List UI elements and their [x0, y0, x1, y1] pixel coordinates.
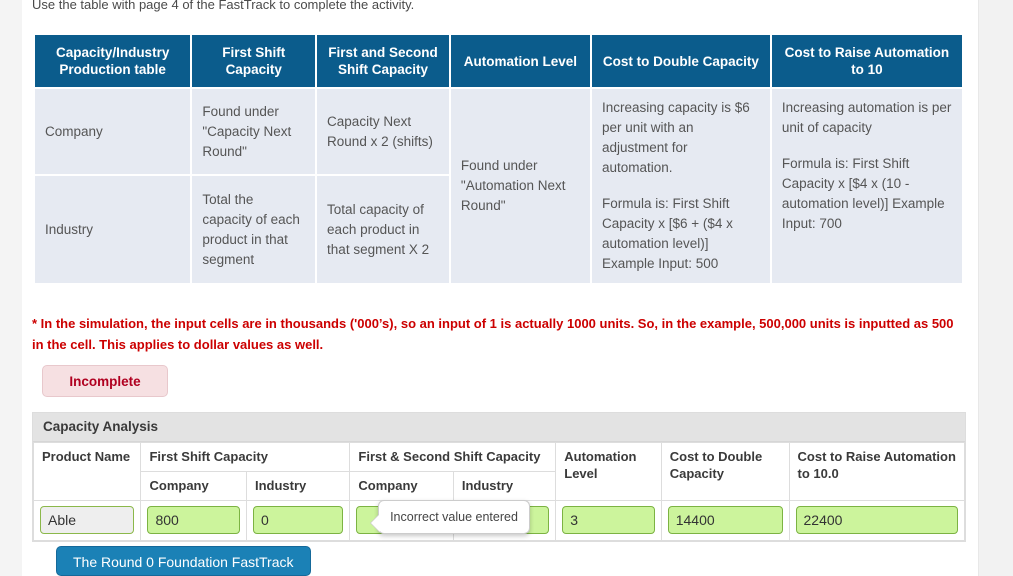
ref-automation-level-cell: Found under "Automation Next Round" [450, 89, 590, 283]
ca-header-cost-to-double-capacity: Cost to Double Capacity [660, 442, 790, 501]
ca-header-product-name: Product Name [32, 442, 142, 501]
fasttrack-button[interactable]: The Round 0 Foundation FastTrack [56, 546, 311, 576]
ca-subheader-ss-company: Company [349, 471, 454, 501]
page-right-gutter [979, 0, 1013, 576]
ref-industry-first-shift: Total the capacity of each product in th… [192, 176, 316, 283]
ca-header-first-shift-capacity: First Shift Capacity [140, 442, 351, 472]
cell-cost-to-double [660, 500, 790, 541]
ref-header-first-shift: First Shift Capacity [192, 35, 316, 87]
ref-header-capacity-industry: Capacity/Industry Production table [35, 35, 191, 87]
ca-header-first-second-shift-capacity: First & Second Shift Capacity [349, 442, 557, 472]
cell-automation-level [555, 500, 662, 541]
ref-industry-both-shifts: Total capacity of each product in that s… [317, 176, 449, 283]
table-row: Company Found under "Capacity Next Round… [35, 89, 962, 283]
cost-to-raise-automation-input[interactable] [795, 506, 958, 534]
ref-cost-double-paragraph-1: Increasing capacity is $6 per unit with … [601, 100, 750, 175]
reference-table-body: Company Found under "Capacity Next Round… [35, 89, 962, 283]
ref-cost-raise-paragraph-1: Increasing automation is per unit of cap… [781, 100, 952, 135]
ref-header-cost-raise: Cost to Raise Automation to 10 [771, 35, 962, 87]
page-root: Use the table with page 4 of the FastTra… [0, 0, 1013, 576]
intro-text: Use the table with page 4 of the FastTra… [32, 0, 415, 12]
ref-header-cost-double: Cost to Double Capacity [591, 35, 770, 87]
page-left-gutter [0, 0, 23, 576]
reference-production-table: Capacity/Industry Production table First… [33, 33, 964, 285]
cost-to-double-capacity-input[interactable] [667, 506, 783, 534]
ref-cost-raise-cell: Increasing automation is per unit of cap… [771, 89, 962, 283]
status-badge: Incomplete [42, 365, 168, 397]
ref-cost-double-paragraph-2: Formula is: First Shift Capacity x [$6 +… [601, 196, 733, 271]
ref-header-automation-level: Automation Level [450, 35, 590, 87]
product-name-input[interactable] [40, 506, 135, 534]
page-content: Use the table with page 4 of the FastTra… [22, 0, 979, 576]
ca-header-cost-to-raise-automation: Cost to Raise Automation to 10.0 [788, 442, 966, 501]
reference-table-header-row: Capacity/Industry Production table First… [35, 35, 962, 87]
cell-fs-industry [245, 500, 351, 541]
ref-company-first-shift: Found under "Capacity Next Round" [192, 89, 316, 175]
cell-cost-to-raise [788, 500, 966, 541]
ca-header-automation-level: Automation Level [555, 442, 662, 501]
cell-product-name [32, 500, 142, 541]
ref-row-label-company: Company [35, 89, 191, 175]
validation-tooltip: Incorrect value entered [370, 500, 530, 534]
ca-subheader-fs-industry: Industry [245, 471, 351, 501]
capacity-analysis-title: Capacity Analysis [33, 413, 965, 442]
ref-cost-raise-paragraph-2: Formula is: First Shift Capacity x [$4 x… [781, 156, 945, 231]
first-shift-industry-input[interactable] [252, 506, 344, 534]
thousands-note: * In the simulation, the input cells are… [32, 316, 954, 352]
ca-subheader-fs-company: Company [140, 471, 247, 501]
tooltip-text: Incorrect value entered [390, 510, 518, 524]
ref-row-label-industry: Industry [35, 176, 191, 283]
automation-level-input[interactable] [562, 506, 655, 534]
tooltip-arrow-icon [371, 514, 380, 532]
capacity-analysis-head: Product Name First Shift Capacity First … [32, 442, 966, 501]
capacity-analysis-header-row-1: Product Name First Shift Capacity First … [32, 442, 966, 501]
first-shift-company-input[interactable] [147, 506, 240, 534]
ref-cost-double-cell: Increasing capacity is $6 per unit with … [591, 89, 770, 283]
cell-fs-company [140, 500, 247, 541]
reference-table-head: Capacity/Industry Production table First… [35, 35, 962, 87]
ca-subheader-ss-industry: Industry [452, 471, 557, 501]
ref-company-both-shifts: Capacity Next Round x 2 (shifts) [317, 89, 449, 175]
ref-header-first-second-shift: First and Second Shift Capacity [317, 35, 449, 87]
